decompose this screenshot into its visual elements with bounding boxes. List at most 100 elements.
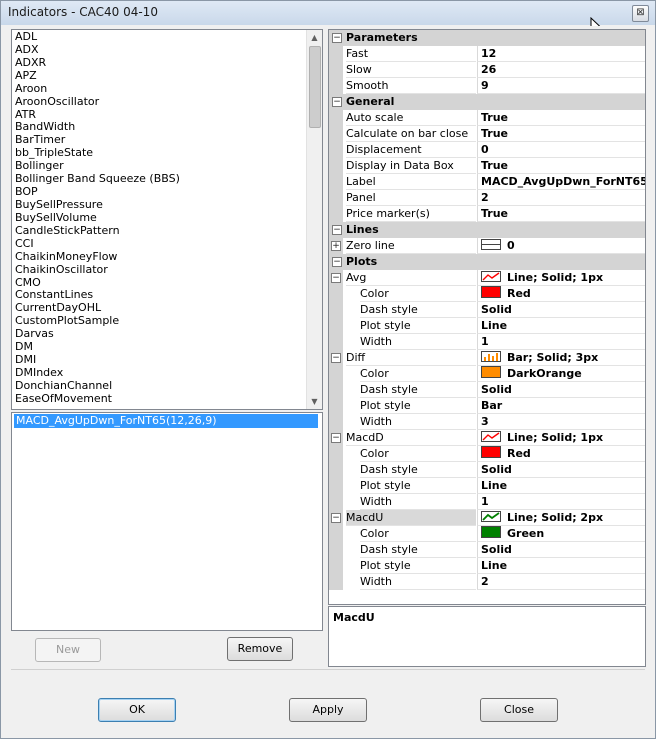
- prop-avg-width[interactable]: Width 1: [329, 334, 645, 350]
- indicator-list-item[interactable]: Bollinger Band Squeeze (BBS): [12, 172, 322, 185]
- apply-button[interactable]: Apply: [289, 698, 367, 722]
- plot-macdu[interactable]: − MacdU Line; Solid; 2px: [329, 510, 645, 526]
- indicator-list-item[interactable]: bb_TripleState: [12, 146, 322, 159]
- prop-diff-plot-style[interactable]: Plot style Bar: [329, 398, 645, 414]
- indicator-list-item[interactable]: BandWidth: [12, 120, 322, 133]
- prop-auto-scale[interactable]: Auto scale True: [329, 110, 645, 126]
- title-bar[interactable]: Indicators - CAC40 04-10 ⊠: [1, 1, 655, 25]
- property-grid[interactable]: − Parameters Fast 12 Slow 26 Smooth 9 −: [328, 29, 646, 605]
- indicator-list-item[interactable]: DM: [12, 340, 322, 353]
- prop-display-in-data-box[interactable]: Display in Data Box True: [329, 158, 645, 174]
- plot-diff[interactable]: − Diff Bar; Solid; 3px: [329, 350, 645, 366]
- indicator-list-item[interactable]: ConstantLines: [12, 288, 322, 301]
- remove-button[interactable]: Remove: [227, 637, 293, 661]
- prop-avg-dash-style[interactable]: Dash style Solid: [329, 302, 645, 318]
- indicator-list-item[interactable]: Bollinger: [12, 159, 322, 172]
- description-title: MacdU: [333, 611, 375, 624]
- indicator-list-item[interactable]: APZ: [12, 69, 322, 82]
- prop-label[interactable]: Label MACD_AvgUpDwn_ForNT65: [329, 174, 645, 190]
- indicator-list-item[interactable]: CMO: [12, 276, 322, 289]
- prop-macdd-color[interactable]: Color Red: [329, 446, 645, 462]
- prop-displacement[interactable]: Displacement 0: [329, 142, 645, 158]
- indicator-items: ADL ADX ADXR APZ Aroon AroonOscillator ATR Band…: [12, 30, 322, 405]
- indicator-list-item[interactable]: BOP: [12, 185, 322, 198]
- plot-avg[interactable]: − Avg Line; Solid; 1px: [329, 270, 645, 286]
- scroll-thumb[interactable]: [309, 46, 321, 128]
- category-plots[interactable]: − Plots: [329, 254, 645, 270]
- prop-avg-color[interactable]: Color Red: [329, 286, 645, 302]
- new-button[interactable]: New: [35, 638, 101, 662]
- collapse-icon[interactable]: −: [332, 257, 342, 267]
- prop-macdu-color[interactable]: Color Green: [329, 526, 645, 542]
- indicator-list-item[interactable]: Darvas: [12, 327, 322, 340]
- prop-diff-width[interactable]: Width 3: [329, 414, 645, 430]
- applied-indicator-item[interactable]: MACD_AvgUpDwn_ForNT65(12,26,9): [14, 414, 318, 428]
- indicator-list-item[interactable]: DonchianChannel: [12, 379, 322, 392]
- prop-calculate-on-bar-close[interactable]: Calculate on bar close True: [329, 126, 645, 142]
- indicator-list-item[interactable]: ADXR: [12, 56, 322, 69]
- indicator-list-item[interactable]: AroonOscillator: [12, 95, 322, 108]
- collapse-icon[interactable]: −: [331, 433, 341, 443]
- expand-icon[interactable]: +: [331, 241, 341, 251]
- collapse-icon[interactable]: −: [332, 225, 342, 235]
- close-window-icon[interactable]: ⊠: [632, 5, 649, 22]
- prop-price-markers[interactable]: Price marker(s) True: [329, 206, 645, 222]
- indicator-list-item[interactable]: BuySellVolume: [12, 211, 322, 224]
- prop-macdd-dash-style[interactable]: Dash style Solid: [329, 462, 645, 478]
- indicator-list-item[interactable]: CurrentDayOHL: [12, 301, 322, 314]
- prop-diff-color[interactable]: Color DarkOrange: [329, 366, 645, 382]
- color-swatch: [481, 286, 501, 298]
- indicator-list-item[interactable]: EaseOfMovement: [12, 392, 322, 405]
- indicator-list-item[interactable]: DMIndex: [12, 366, 322, 379]
- prop-zero-line[interactable]: + Zero line 0: [329, 238, 645, 254]
- prop-macdu-width[interactable]: Width 2: [329, 574, 645, 590]
- category-lines[interactable]: − Lines: [329, 222, 645, 238]
- indicator-list-item[interactable]: ADX: [12, 43, 322, 56]
- prop-macdd-plot-style[interactable]: Plot style Line: [329, 478, 645, 494]
- slow-value[interactable]: 26: [477, 62, 645, 78]
- prop-slow[interactable]: Slow 26: [329, 62, 645, 78]
- indicator-list-item[interactable]: BarTimer: [12, 133, 322, 146]
- dialog-body: ADL ADX ADXR APZ Aroon AroonOscillator ATR Band…: [6, 26, 650, 734]
- fast-value[interactable]: 12: [477, 46, 645, 62]
- divider: [11, 669, 645, 670]
- prop-smooth[interactable]: Smooth 9: [329, 78, 645, 94]
- property-description-panel: MacdU: [328, 606, 646, 667]
- indicator-list-item[interactable]: DMI: [12, 353, 322, 366]
- smooth-value[interactable]: 9: [477, 78, 645, 94]
- indicator-list-item[interactable]: ChaikinOscillator: [12, 263, 322, 276]
- collapse-icon[interactable]: −: [331, 513, 341, 523]
- scroll-up-arrow-icon[interactable]: ▲: [307, 30, 322, 45]
- collapse-icon[interactable]: −: [332, 33, 342, 43]
- indicator-list-item[interactable]: ADL: [12, 30, 322, 43]
- prop-fast[interactable]: Fast 12: [329, 46, 645, 62]
- indicator-list[interactable]: ADL ADX ADXR APZ Aroon AroonOscillator ATR Band…: [11, 29, 323, 410]
- ok-button[interactable]: OK: [98, 698, 176, 722]
- color-swatch: [481, 366, 501, 378]
- prop-macdu-dash-style[interactable]: Dash style Solid: [329, 542, 645, 558]
- collapse-icon[interactable]: −: [331, 273, 341, 283]
- prop-panel[interactable]: Panel 2: [329, 190, 645, 206]
- indicator-list-item[interactable]: ChaikinMoneyFlow: [12, 250, 322, 263]
- indicator-list-item[interactable]: Aroon: [12, 82, 322, 95]
- indicator-list-item[interactable]: ATR: [12, 108, 322, 121]
- indicator-list-item[interactable]: CandleStickPattern: [12, 224, 322, 237]
- indicator-list-item[interactable]: CCI: [12, 237, 322, 250]
- bar-plot-icon: [481, 351, 501, 362]
- prop-macdu-plot-style[interactable]: Plot style Line: [329, 558, 645, 574]
- scroll-down-arrow-icon[interactable]: ▼: [307, 394, 322, 409]
- prop-diff-dash-style[interactable]: Dash style Solid: [329, 382, 645, 398]
- collapse-icon[interactable]: −: [331, 353, 341, 363]
- prop-avg-plot-style[interactable]: Plot style Line: [329, 318, 645, 334]
- plot-macdd[interactable]: − MacdD Line; Solid; 1px: [329, 430, 645, 446]
- indicator-list-scrollbar[interactable]: ▲ ▼: [306, 30, 322, 409]
- indicator-list-item[interactable]: BuySellPressure: [12, 198, 322, 211]
- prop-macdd-width[interactable]: Width 1: [329, 494, 645, 510]
- indicator-list-item[interactable]: CustomPlotSample: [12, 314, 322, 327]
- line-plot-icon: [481, 511, 501, 522]
- applied-indicators-list[interactable]: MACD_AvgUpDwn_ForNT65(12,26,9): [11, 412, 323, 631]
- category-general[interactable]: − General: [329, 94, 645, 110]
- close-button[interactable]: Close: [480, 698, 558, 722]
- category-parameters[interactable]: − Parameters: [329, 30, 645, 46]
- collapse-icon[interactable]: −: [332, 97, 342, 107]
